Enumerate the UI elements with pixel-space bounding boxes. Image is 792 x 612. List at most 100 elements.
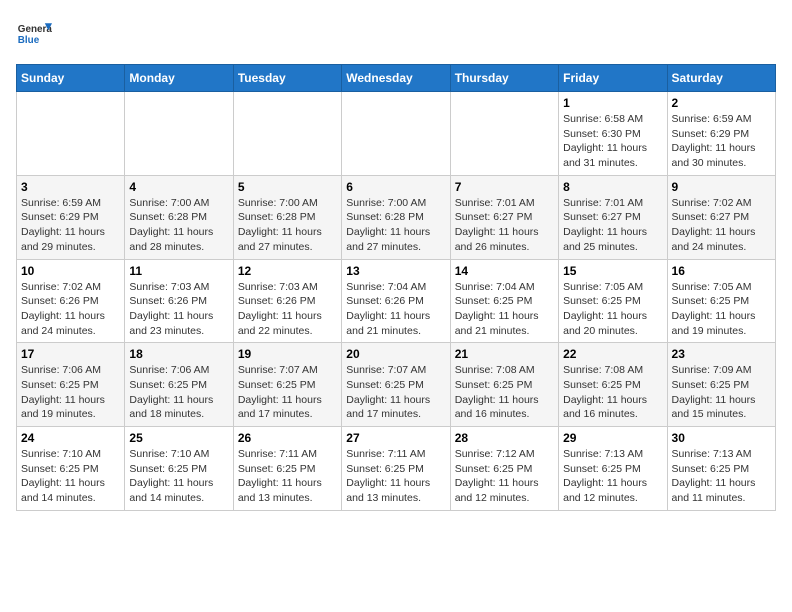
calendar-cell: 7 Sunrise: 7:01 AM Sunset: 6:27 PM Daylig… [450,175,558,259]
day-number: 25 [129,431,228,445]
calendar-cell [17,92,125,176]
calendar-cell: 28Sunrise: 7:12 AM Sunset: 6:25 PM Dayli… [450,427,558,511]
calendar-day-header: Sunday [17,65,125,92]
calendar-cell: 24Sunrise: 7:10 AM Sunset: 6:25 PM Dayli… [17,427,125,511]
calendar-cell: 27 Sunrise: 7:11 AM Sunset: 6:25 PM Dayli… [342,427,450,511]
calendar-cell: 13Sunrise: 7:04 AM Sunset: 6:26 PM Dayli… [342,259,450,343]
calendar-day-header: Wednesday [342,65,450,92]
day-number: 4 [129,180,228,194]
day-info: Sunrise: 7:10 AM Sunset: 6:25 PM Dayligh… [129,447,228,506]
calendar-cell: 4 Sunrise: 7:00 AM Sunset: 6:28 PM Daylig… [125,175,233,259]
day-info: Sunrise: 7:09 AM Sunset: 6:25 PM Dayligh… [672,363,771,422]
day-info: Sunrise: 7:02 AM Sunset: 6:26 PM Dayligh… [21,280,120,339]
calendar-cell: 21 Sunrise: 7:08 AM Sunset: 6:25 PM Dayli… [450,343,558,427]
day-info: Sunrise: 7:01 AM Sunset: 6:27 PM Dayligh… [563,196,662,255]
day-info: Sunrise: 7:13 AM Sunset: 6:25 PM Dayligh… [563,447,662,506]
day-info: Sunrise: 7:05 AM Sunset: 6:25 PM Dayligh… [672,280,771,339]
calendar-cell [233,92,341,176]
day-number: 14 [455,264,554,278]
day-info: Sunrise: 7:08 AM Sunset: 6:25 PM Dayligh… [563,363,662,422]
calendar-cell: 14 Sunrise: 7:04 AM Sunset: 6:25 PM Dayli… [450,259,558,343]
calendar-cell: 11 Sunrise: 7:03 AM Sunset: 6:26 PM Dayli… [125,259,233,343]
day-info: Sunrise: 7:13 AM Sunset: 6:25 PM Dayligh… [672,447,771,506]
calendar-cell: 3Sunrise: 6:59 AM Sunset: 6:29 PM Daylig… [17,175,125,259]
day-number: 1 [563,96,662,110]
calendar-cell: 19 Sunrise: 7:07 AM Sunset: 6:25 PM Dayli… [233,343,341,427]
calendar-cell [342,92,450,176]
day-info: Sunrise: 7:08 AM Sunset: 6:25 PM Dayligh… [455,363,554,422]
calendar-day-header: Thursday [450,65,558,92]
day-info: Sunrise: 7:11 AM Sunset: 6:25 PM Dayligh… [238,447,337,506]
day-number: 29 [563,431,662,445]
calendar-cell [125,92,233,176]
day-info: Sunrise: 7:06 AM Sunset: 6:25 PM Dayligh… [129,363,228,422]
calendar-day-header: Saturday [667,65,775,92]
day-number: 12 [238,264,337,278]
calendar-cell: 8 Sunrise: 7:01 AM Sunset: 6:27 PM Daylig… [559,175,667,259]
calendar-week-row: 24 Sunrise: 7:10 AM Sunset: 6:25 PM Dayli… [17,427,776,511]
day-number: 20 [346,347,445,361]
day-info: Sunrise: 7:00 AM Sunset: 6:28 PM Dayligh… [129,196,228,255]
day-info: Sunrise: 7:01 AM Sunset: 6:27 PM Dayligh… [455,196,554,255]
calendar-cell: 25 Sunrise: 7:10 AM Sunset: 6:25 PM Dayli… [125,427,233,511]
day-number: 6 [346,180,445,194]
day-number: 23 [672,347,771,361]
day-number: 19 [238,347,337,361]
calendar-cell: 12Sunrise: 7:03 AM Sunset: 6:26 PM Dayli… [233,259,341,343]
calendar-cell: 30 Sunrise: 7:13 AM Sunset: 6:25 PM Dayli… [667,427,775,511]
calendar-day-header: Friday [559,65,667,92]
calendar-cell: 22 Sunrise: 7:08 AM Sunset: 6:25 PM Dayli… [559,343,667,427]
svg-text:Blue: Blue [18,35,40,46]
calendar-cell: 15Sunrise: 7:05 AM Sunset: 6:25 PM Dayli… [559,259,667,343]
day-info: Sunrise: 7:00 AM Sunset: 6:28 PM Dayligh… [238,196,337,255]
day-number: 21 [455,347,554,361]
calendar-week-row: 10 Sunrise: 7:02 AM Sunset: 6:26 PM Dayli… [17,259,776,343]
day-number: 30 [672,431,771,445]
calendar-cell: 29 Sunrise: 7:13 AM Sunset: 6:25 PM Dayli… [559,427,667,511]
day-number: 10 [21,264,120,278]
calendar-table: SundayMondayTuesdayWednesdayThursdayFrid… [16,64,776,511]
day-number: 27 [346,431,445,445]
day-number: 5 [238,180,337,194]
day-info: Sunrise: 7:07 AM Sunset: 6:25 PM Dayligh… [346,363,445,422]
day-number: 26 [238,431,337,445]
calendar-cell: 5 Sunrise: 7:00 AM Sunset: 6:28 PM Daylig… [233,175,341,259]
calendar-cell: 6 Sunrise: 7:00 AM Sunset: 6:28 PM Daylig… [342,175,450,259]
day-number: 22 [563,347,662,361]
calendar-week-row: 17 Sunrise: 7:06 AM Sunset: 6:25 PM Dayli… [17,343,776,427]
calendar-day-header: Tuesday [233,65,341,92]
day-number: 11 [129,264,228,278]
calendar-cell: 1 Sunrise: 6:58 AM Sunset: 6:30 PM Daylig… [559,92,667,176]
day-info: Sunrise: 7:12 AM Sunset: 6:25 PM Dayligh… [455,447,554,506]
calendar-cell: 16Sunrise: 7:05 AM Sunset: 6:25 PM Dayli… [667,259,775,343]
day-info: Sunrise: 7:11 AM Sunset: 6:25 PM Dayligh… [346,447,445,506]
calendar-header: SundayMondayTuesdayWednesdayThursdayFrid… [17,65,776,92]
logo: General Blue [16,16,52,52]
day-info: Sunrise: 7:05 AM Sunset: 6:25 PM Dayligh… [563,280,662,339]
calendar-cell: 10 Sunrise: 7:02 AM Sunset: 6:26 PM Dayli… [17,259,125,343]
day-info: Sunrise: 7:02 AM Sunset: 6:27 PM Dayligh… [672,196,771,255]
calendar-cell [450,92,558,176]
day-number: 24 [21,431,120,445]
day-info: Sunrise: 7:04 AM Sunset: 6:25 PM Dayligh… [455,280,554,339]
day-number: 17 [21,347,120,361]
day-info: Sunrise: 7:00 AM Sunset: 6:28 PM Dayligh… [346,196,445,255]
day-number: 18 [129,347,228,361]
calendar-week-row: 3Sunrise: 6:59 AM Sunset: 6:29 PM Daylig… [17,175,776,259]
calendar-cell: 20 Sunrise: 7:07 AM Sunset: 6:25 PM Dayli… [342,343,450,427]
day-info: Sunrise: 6:59 AM Sunset: 6:29 PM Dayligh… [21,196,120,255]
day-info: Sunrise: 7:06 AM Sunset: 6:25 PM Dayligh… [21,363,120,422]
logo-icon: General Blue [16,16,52,52]
day-info: Sunrise: 7:03 AM Sunset: 6:26 PM Dayligh… [129,280,228,339]
day-number: 8 [563,180,662,194]
day-info: Sunrise: 7:07 AM Sunset: 6:25 PM Dayligh… [238,363,337,422]
day-number: 7 [455,180,554,194]
day-info: Sunrise: 6:58 AM Sunset: 6:30 PM Dayligh… [563,112,662,171]
calendar-cell: 26 Sunrise: 7:11 AM Sunset: 6:25 PM Dayli… [233,427,341,511]
calendar-cell: 23 Sunrise: 7:09 AM Sunset: 6:25 PM Dayli… [667,343,775,427]
day-info: Sunrise: 7:04 AM Sunset: 6:26 PM Dayligh… [346,280,445,339]
calendar-week-row: 1 Sunrise: 6:58 AM Sunset: 6:30 PM Daylig… [17,92,776,176]
day-info: Sunrise: 6:59 AM Sunset: 6:29 PM Dayligh… [672,112,771,171]
calendar-cell: 17 Sunrise: 7:06 AM Sunset: 6:25 PM Dayli… [17,343,125,427]
calendar-day-header: Monday [125,65,233,92]
